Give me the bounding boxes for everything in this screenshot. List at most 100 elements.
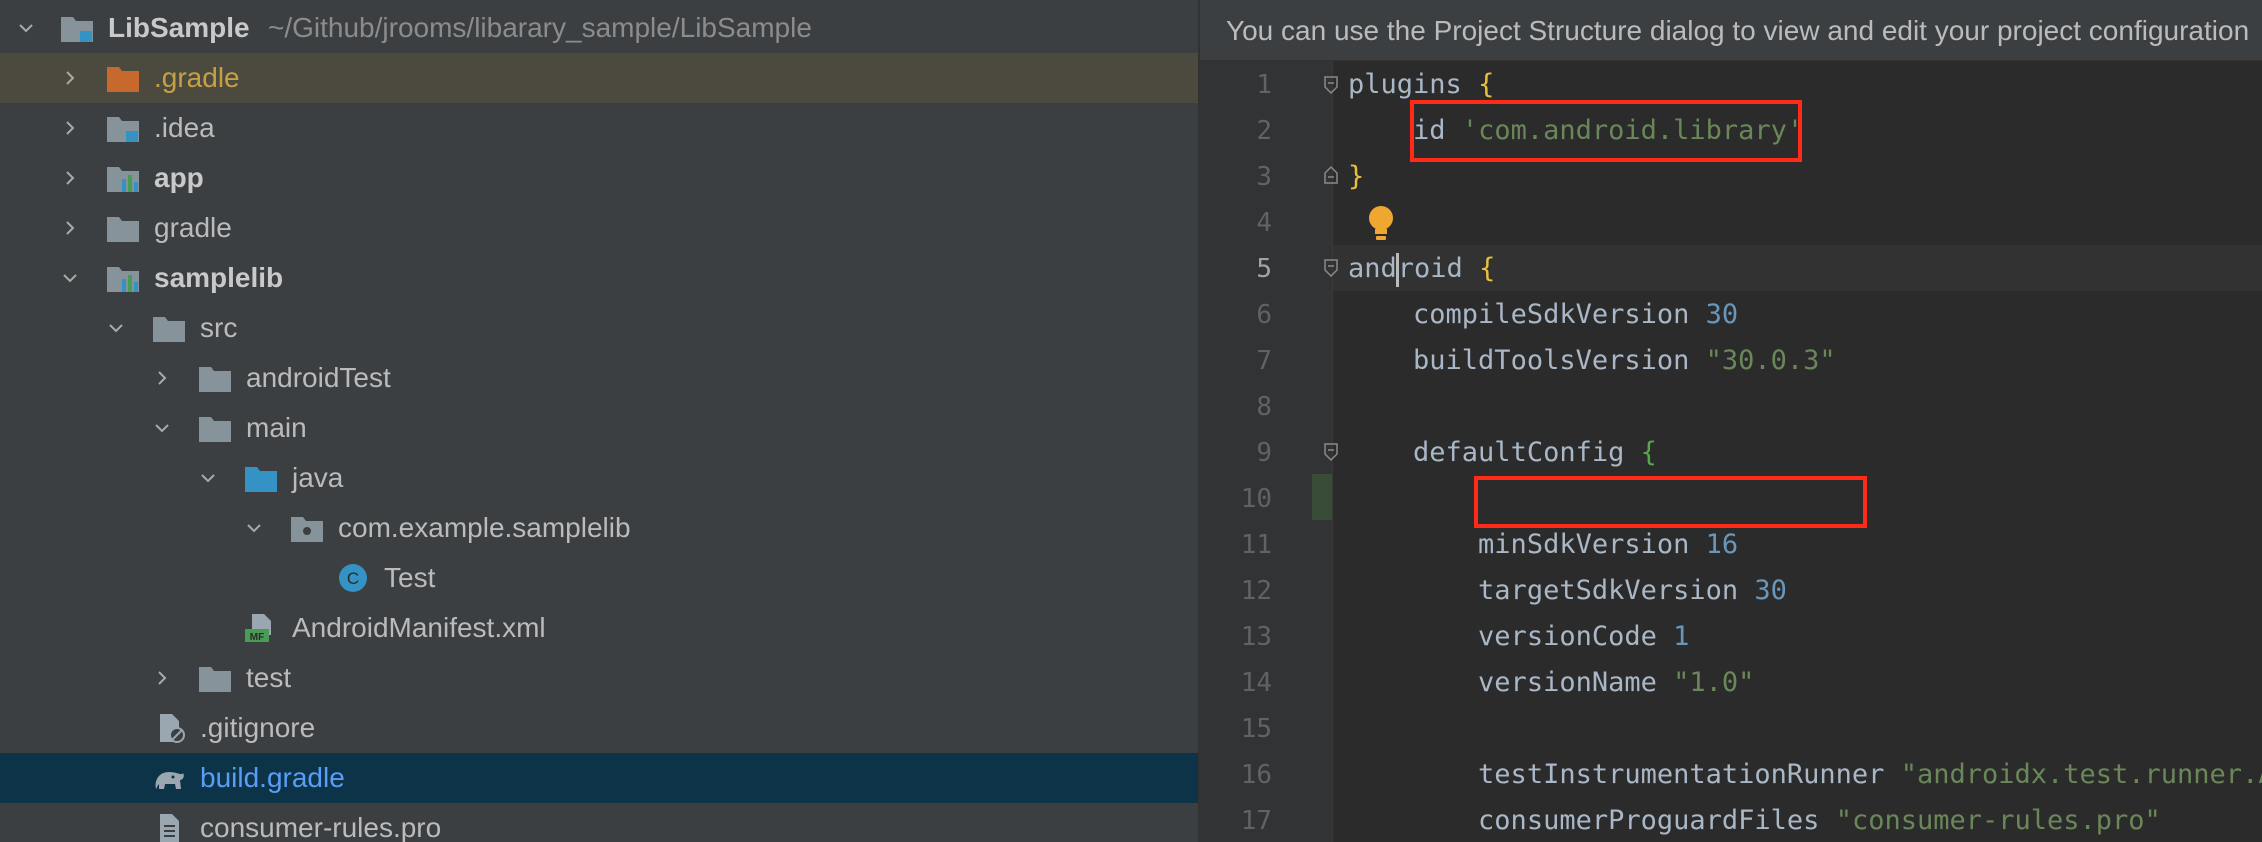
svg-text:C: C xyxy=(347,569,359,588)
code-token: compileSdkVersion xyxy=(1413,299,1690,330)
line-number: 14 xyxy=(1240,668,1272,698)
module-folder-icon xyxy=(106,113,140,143)
code-token: 30 xyxy=(1705,299,1739,330)
line-number: 10 xyxy=(1240,484,1272,514)
code-token: defaultConfig xyxy=(1413,437,1625,468)
tree-item-label: com.example.samplelib xyxy=(338,512,631,543)
tree-item-samplelib[interactable]: samplelib xyxy=(0,253,1198,303)
folder-icon xyxy=(198,663,232,693)
tree-item-label: .idea xyxy=(154,112,215,143)
chevron-right-icon[interactable] xyxy=(58,153,82,203)
code-line-6[interactable]: compileSdkVersion 30 xyxy=(1348,292,1738,338)
tree-item-consumer-rules[interactable]: consumer-rules.pro xyxy=(0,803,1198,842)
tree-item-label: .gradle xyxy=(154,62,240,93)
code-line-16[interactable]: testInstrumentationRunner "androidx.test… xyxy=(1348,752,2262,798)
code-token: { xyxy=(1479,253,1496,284)
code-line-3[interactable]: } xyxy=(1348,154,1364,200)
code-line-9[interactable]: defaultConfig { xyxy=(1348,430,1657,476)
code-token: "1.0" xyxy=(1673,667,1755,698)
fold-collapse-icon[interactable] xyxy=(1321,75,1341,95)
editor-notification-banner: You can use the Project Structure dialog… xyxy=(1200,0,2262,61)
code-line-13[interactable]: versionCode 1 xyxy=(1348,614,1689,660)
code-token: buildToolsVersion xyxy=(1413,345,1690,376)
fold-end-icon[interactable] xyxy=(1321,165,1341,185)
code-editor[interactable]: You can use the Project Structure dialog… xyxy=(1200,0,2262,842)
module-folder-icon xyxy=(60,13,94,43)
tree-item-gradle-dir[interactable]: .gradle xyxy=(0,53,1198,103)
tree-item-package[interactable]: com.example.samplelib xyxy=(0,503,1198,553)
tree-item-label: src xyxy=(200,312,238,343)
chevron-right-icon[interactable] xyxy=(58,103,82,153)
line-number: 13 xyxy=(1240,622,1272,652)
line-number: 1 xyxy=(1256,70,1272,100)
chevron-down-icon[interactable] xyxy=(196,453,220,503)
tree-item-label: gradle xyxy=(154,212,232,243)
code-token: } xyxy=(1348,161,1365,192)
line-number: 5 xyxy=(1256,254,1272,284)
line-number: 9 xyxy=(1256,438,1272,468)
chevron-down-icon[interactable] xyxy=(104,303,128,353)
code-line-7[interactable]: buildToolsVersion "30.0.3" xyxy=(1348,338,1836,384)
chevron-down-icon[interactable] xyxy=(14,3,38,53)
line-number: 4 xyxy=(1256,208,1272,238)
banner-text: You can use the Project Structure dialog… xyxy=(1226,15,2250,46)
folder-icon xyxy=(198,363,232,393)
tree-item-label: samplelib xyxy=(154,262,284,293)
tree-item-label: Test xyxy=(384,562,436,593)
tree-item-gradle[interactable]: gradle xyxy=(0,203,1198,253)
code-token: versionCode xyxy=(1478,621,1657,652)
chevron-down-icon[interactable] xyxy=(58,253,82,303)
code-token: minSdkVersion xyxy=(1478,529,1690,560)
tree-row-root[interactable]: LibSample ~/Github/jrooms/libarary_sampl… xyxy=(0,3,1198,53)
tree-item-main[interactable]: main xyxy=(0,403,1198,453)
project-tree: LibSample ~/Github/jrooms/libarary_sampl… xyxy=(0,0,1198,842)
chevron-right-icon[interactable] xyxy=(150,653,174,703)
folder-icon xyxy=(152,313,186,343)
tree-item-gitignore[interactable]: .gitignore xyxy=(0,703,1198,753)
chevron-right-icon[interactable] xyxy=(58,53,82,103)
code-token: 1 xyxy=(1673,621,1690,652)
tree-item-test-class[interactable]: C Test xyxy=(0,553,1198,603)
tree-item-androidtest[interactable]: androidTest xyxy=(0,353,1198,403)
tree-item-label: consumer-rules.pro xyxy=(200,812,442,842)
tree-item-manifest[interactable]: MF AndroidManifest.xml xyxy=(0,603,1198,653)
line-number: 12 xyxy=(1240,576,1272,606)
code-line-12[interactable]: targetSdkVersion 30 xyxy=(1348,568,1787,614)
code-token: roid xyxy=(1397,253,1463,284)
red-annotation-box-plugin-id xyxy=(1410,100,1802,162)
code-line-5[interactable]: android { xyxy=(1348,246,1495,292)
code-token: "androidx.test.runner.AndroidJUnitRunner… xyxy=(1900,759,2262,790)
code-line-17[interactable]: consumerProguardFiles "consumer-rules.pr… xyxy=(1348,798,2161,842)
tree-item-build-gradle[interactable]: build.gradle xyxy=(0,753,1198,803)
fold-collapse-icon[interactable] xyxy=(1321,258,1341,278)
tree-item-idea[interactable]: .idea xyxy=(0,103,1198,153)
line-number: 6 xyxy=(1256,300,1272,330)
code-line-11[interactable]: minSdkVersion 16 xyxy=(1348,522,1738,568)
line-number: 17 xyxy=(1240,806,1272,836)
tree-item-src[interactable]: src xyxy=(0,303,1198,353)
line-number: 16 xyxy=(1240,760,1272,790)
tree-root-label: LibSample xyxy=(108,12,250,43)
code-token: { xyxy=(1478,69,1495,100)
code-line-14[interactable]: versionName "1.0" xyxy=(1348,660,1754,706)
android-module-icon xyxy=(106,263,140,293)
code-token: and xyxy=(1348,253,1397,284)
tree-item-label: test xyxy=(246,662,292,693)
chevron-down-icon[interactable] xyxy=(242,503,266,553)
tree-item-app[interactable]: app xyxy=(0,153,1198,203)
chevron-right-icon[interactable] xyxy=(150,353,174,403)
fold-collapse-icon[interactable] xyxy=(1321,442,1341,462)
lightbulb-icon[interactable] xyxy=(1365,204,1397,244)
gradle-elephant-icon xyxy=(152,763,186,793)
vcs-change-marker[interactable] xyxy=(1312,474,1332,520)
chevron-down-icon[interactable] xyxy=(150,403,174,453)
tree-item-test-dir[interactable]: test xyxy=(0,653,1198,703)
tree-item-label: main xyxy=(246,412,307,443)
code-token: versionName xyxy=(1478,667,1657,698)
line-number: 15 xyxy=(1240,714,1272,744)
line-number: 7 xyxy=(1256,346,1272,376)
tree-item-java[interactable]: java xyxy=(0,453,1198,503)
folder-icon xyxy=(106,213,140,243)
chevron-right-icon[interactable] xyxy=(58,203,82,253)
line-number: 11 xyxy=(1240,530,1272,560)
